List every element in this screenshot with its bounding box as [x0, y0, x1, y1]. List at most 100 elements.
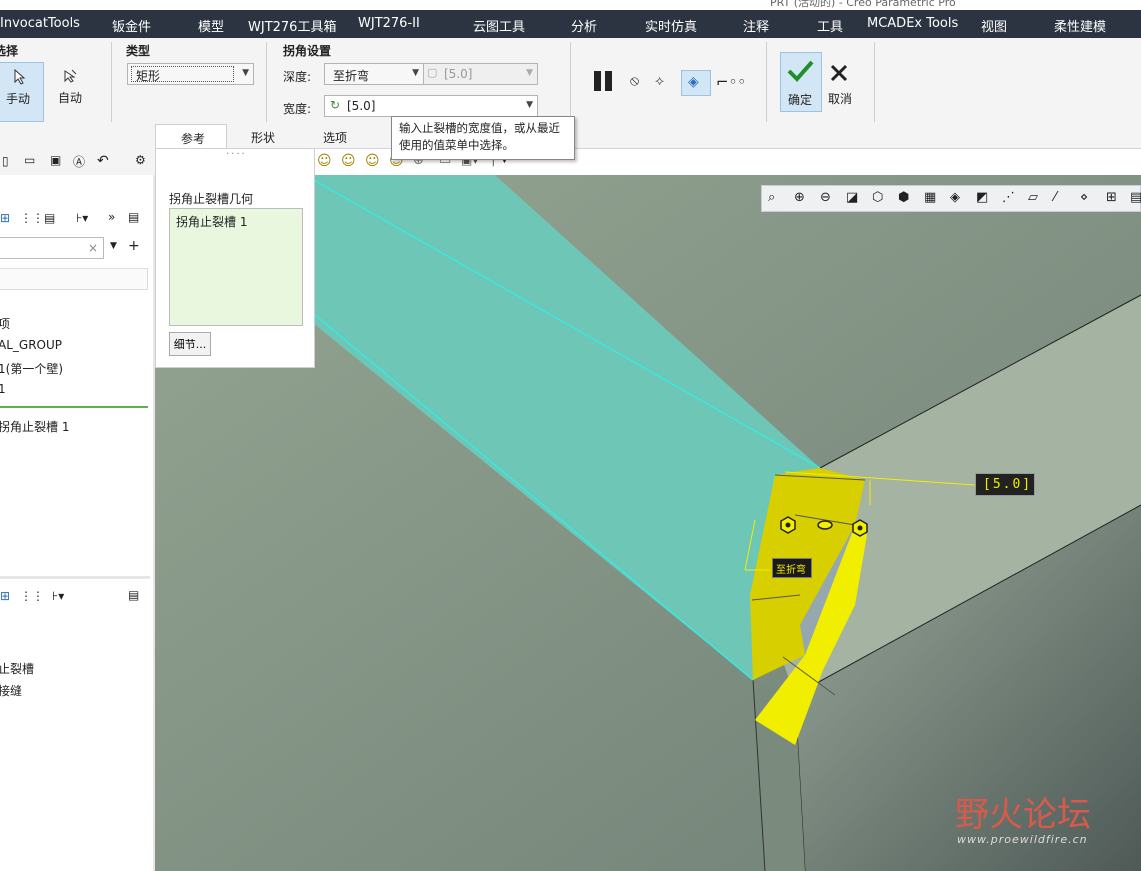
tree-view-icon[interactable]: ⊞: [0, 589, 10, 603]
relief-geometry-item[interactable]: 拐角止裂槽 1: [176, 213, 247, 230]
auto-button[interactable]: 自动: [46, 62, 96, 120]
tab-options[interactable]: 选项: [299, 124, 371, 148]
menu-sheetmetal[interactable]: 钣金件: [112, 16, 151, 35]
tree-item[interactable]: 项: [0, 315, 10, 332]
columns-icon[interactable]: ⋮⋮: [20, 589, 44, 603]
columns-icon[interactable]: ⋮⋮: [20, 211, 44, 225]
tab-shape[interactable]: 形状: [227, 124, 299, 148]
zoom-out-icon[interactable]: ⊖: [820, 190, 831, 205]
filter-icon[interactable]: ⊦▾: [52, 589, 64, 603]
tree-view-icon[interactable]: ⊞: [0, 211, 10, 225]
menu-view[interactable]: 视图: [981, 16, 1007, 35]
glasses-icon[interactable]: ⌐◦◦: [716, 73, 746, 91]
insert-marker[interactable]: [0, 406, 148, 408]
search-input[interactable]: ×: [0, 237, 104, 259]
plane-display-icon[interactable]: ▱: [1028, 190, 1038, 205]
smiley-icon[interactable]: ☺: [341, 153, 356, 169]
depth-label: 深度:: [283, 70, 312, 84]
display-style-icon[interactable]: ⬡: [872, 190, 883, 205]
tooltip-line: 使用的值菜单中选择。: [399, 138, 514, 152]
open-icon[interactable]: ▭: [24, 153, 35, 167]
type-value: 矩形: [136, 69, 161, 83]
menu-analysis[interactable]: 分析: [571, 16, 597, 35]
depth-tag-label: 至折弯: [776, 565, 806, 576]
tooltip-line: 输入止裂槽的宽度值，或从最近: [399, 121, 560, 135]
clear-icon[interactable]: ×: [88, 241, 98, 255]
depth-tag[interactable]: 至折弯: [772, 558, 812, 578]
csys-display-icon[interactable]: ⊞: [1106, 190, 1117, 205]
model-tree-panel: ⊞ ⋮⋮ ▤ ⊦▾ » ▤ × ▼ + 项 AL_GROUP 1(第一个壁) 1…: [0, 175, 156, 871]
menu-tools[interactable]: 工具: [817, 16, 843, 35]
menu-model[interactable]: 模型: [198, 16, 224, 35]
save-icon[interactable]: ▣: [50, 153, 61, 167]
zoom-in-icon[interactable]: ⊕: [794, 190, 805, 205]
chevron-down-icon: ▼: [526, 100, 533, 110]
depth-select[interactable]: 至折弯 ▼: [324, 63, 424, 85]
auto-select-icon: [64, 69, 77, 83]
saved-orientations-icon[interactable]: ⬢: [898, 190, 909, 205]
settings-page-icon[interactable]: ▤: [128, 588, 139, 602]
tree-item-active[interactable]: 拐角止裂槽 1: [0, 418, 69, 435]
dimension-tag[interactable]: [5.0]: [975, 473, 1035, 496]
tree-item[interactable]: 止裂槽: [0, 660, 34, 677]
pause-button[interactable]: [592, 71, 616, 93]
perspective-icon[interactable]: ◈: [950, 190, 960, 205]
menu-mcadex[interactable]: MCADEx Tools: [867, 16, 958, 31]
tree-item[interactable]: 1: [0, 382, 6, 396]
settings-page-icon[interactable]: ▤: [128, 210, 139, 224]
annotation-display-icon[interactable]: ▤: [1130, 190, 1141, 205]
type-select[interactable]: 矩形 ▼: [127, 63, 254, 85]
chevron-down-icon: ▼: [526, 68, 533, 78]
section-icon[interactable]: ◩: [976, 190, 988, 205]
view-manager-icon[interactable]: ▦: [924, 190, 936, 205]
watermark: 野火论坛 www.proewildfire.cn: [955, 787, 1135, 857]
width-input[interactable]: ↻ [5.0] ▼: [324, 95, 538, 117]
expand-icon[interactable]: »: [108, 210, 115, 224]
panel-divider: [0, 576, 150, 579]
rename-icon[interactable]: Ⓐ: [73, 153, 85, 170]
tree-item[interactable]: 1(第一个壁): [0, 360, 63, 377]
point-display-icon[interactable]: ⋄: [1080, 190, 1088, 205]
tab-references[interactable]: 参考: [155, 124, 227, 148]
drag-handle[interactable]: ····: [226, 149, 247, 160]
refit-icon[interactable]: ⌕: [768, 190, 775, 205]
menu-annotate[interactable]: 注释: [743, 16, 769, 35]
menu-live-sim[interactable]: 实时仿真: [645, 16, 697, 35]
dimension-icon: ▢: [427, 66, 438, 79]
chevron-down-icon[interactable]: ▼: [110, 241, 117, 251]
new-file-icon[interactable]: ▯: [2, 154, 9, 168]
menu-wjt276[interactable]: WJT276工具箱: [248, 16, 336, 35]
filter-icon[interactable]: ⊦▾: [76, 211, 88, 225]
repaint-icon[interactable]: ◪: [846, 190, 858, 205]
no-preview-icon[interactable]: ⦸: [630, 73, 639, 89]
divider: [111, 42, 112, 122]
auto-label: 自动: [58, 91, 83, 105]
tab-options-label: 选项: [323, 131, 348, 145]
menu-flex-model[interactable]: 柔性建模: [1054, 16, 1106, 35]
preview-icon[interactable]: ⟡: [655, 73, 664, 89]
relief-geometry-list[interactable]: 拐角止裂槽 1: [169, 208, 303, 326]
divider: [570, 42, 571, 122]
layers-icon[interactable]: ▤: [44, 211, 55, 225]
manual-button[interactable]: 手动: [0, 62, 44, 122]
depth-value-input[interactable]: ▢ [5.0] ▼: [423, 63, 538, 85]
smiley-icon[interactable]: ☺: [365, 153, 380, 169]
tree-header: [0, 268, 148, 290]
datum-display-icon[interactable]: ⋰: [1002, 190, 1015, 205]
menu-wjt276-ii[interactable]: WJT276-II: [358, 16, 420, 31]
details-button[interactable]: 细节...: [169, 332, 211, 356]
menu-cloud-tools[interactable]: 云图工具: [473, 16, 525, 35]
undo-icon[interactable]: ↶: [97, 153, 109, 169]
add-icon[interactable]: +: [128, 238, 140, 254]
smiley-icon[interactable]: ☺: [317, 153, 332, 169]
tree-item[interactable]: 接缝: [0, 682, 22, 699]
cancel-button[interactable]: 取消: [822, 52, 860, 110]
axis-display-icon[interactable]: ⁄: [1054, 190, 1056, 205]
verify-button[interactable]: ◈: [681, 70, 711, 96]
confirm-button[interactable]: 确定: [780, 52, 822, 112]
width-value: [5.0]: [347, 99, 376, 113]
regenerate-icon[interactable]: ⚙: [135, 153, 146, 167]
tree-item[interactable]: AL_GROUP: [0, 338, 62, 352]
menu-invocattools[interactable]: InvocatTools: [0, 16, 80, 31]
view-toolbar: ⌕ ⊕ ⊖ ◪ ⬡ ⬢ ▦ ◈ ◩ ⋰ ▱ ⁄ ⋄ ⊞ ▤: [761, 185, 1141, 212]
